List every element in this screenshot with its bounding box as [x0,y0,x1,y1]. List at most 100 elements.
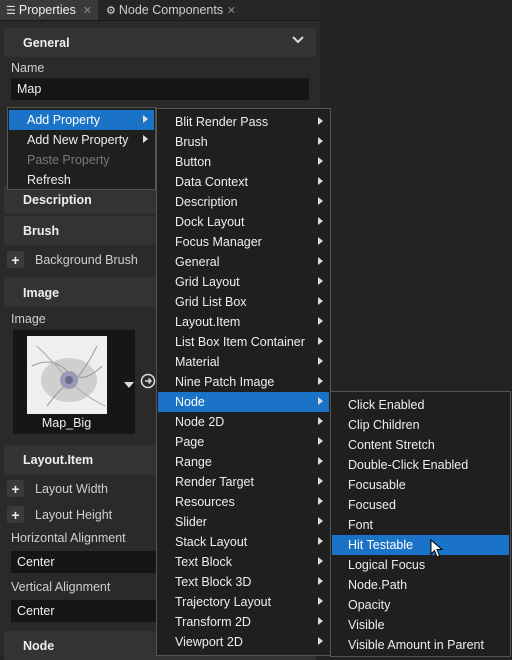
submenu-arrow-icon [318,257,323,265]
menu-item-label: Hit Testable [348,538,414,552]
image-label: Image [11,312,46,326]
properties-icon: ☰ [6,4,16,17]
dropdown-arrow-icon[interactable] [124,378,134,392]
menu-item-transform-2d[interactable]: Transform 2D [158,612,329,632]
navigate-icon[interactable] [140,373,156,392]
close-icon[interactable]: ✕ [227,4,236,17]
menu-item-data-context[interactable]: Data Context [158,172,329,192]
menu-item-layout-item[interactable]: Layout.Item [158,312,329,332]
menu-item-text-block[interactable]: Text Block [158,552,329,572]
menu-item-label: Double-Click Enabled [348,458,469,472]
menu-item-content-stretch[interactable]: Content Stretch [332,435,509,455]
submenu-arrow-icon [318,377,323,385]
menu-item-click-enabled[interactable]: Click Enabled [332,395,509,415]
menu-item-label: Node.Path [348,578,408,592]
menu-item-hit-testable[interactable]: Hit Testable [332,535,509,555]
menu-item-label: Grid Layout [175,275,240,289]
layout-height-row: + Layout Height [7,506,112,523]
menu-item-range[interactable]: Range [158,452,329,472]
menu-item-label: Stack Layout [175,535,248,549]
menu-item-nine-patch-image[interactable]: Nine Patch Image [158,372,329,392]
menu-item-label: Dock Layout [175,215,245,229]
submenu-arrow-icon [318,337,323,345]
menu-item-label: Brush [175,135,208,149]
menu-item-clip-children[interactable]: Clip Children [332,415,509,435]
menu-item-visible[interactable]: Visible [332,615,509,635]
menu-item-opacity[interactable]: Opacity [332,595,509,615]
menu-item-font[interactable]: Font [332,515,509,535]
add-property-menu: Blit Render Pass Brush Button Data Context D… [156,108,331,656]
menu-item-render-target[interactable]: Render Target [158,472,329,492]
add-icon[interactable]: + [7,480,24,497]
menu-item-brush[interactable]: Brush [158,132,329,152]
layout-width-label: Layout Width [35,481,108,496]
menu-item-label: Viewport 2D [175,635,243,649]
menu-item-node-2d[interactable]: Node 2D [158,412,329,432]
menu-item-label: Render Target [175,475,254,489]
menu-item-stack-layout[interactable]: Stack Layout [158,532,329,552]
menu-item-node[interactable]: Node [158,392,329,412]
image-name: Map_Big [41,416,92,430]
menu-item-label: List Box Item Container [175,335,305,349]
section-title: General [23,35,70,50]
menu-item-grid-layout[interactable]: Grid Layout [158,272,329,292]
submenu-arrow-icon [143,115,148,123]
menu-item-slider[interactable]: Slider [158,512,329,532]
menu-item-page[interactable]: Page [158,432,329,452]
menu-item-label: Trajectory Layout [175,595,272,609]
menu-item-label: Focusable [348,478,406,492]
menu-item-description[interactable]: Description [158,192,329,212]
menu-item-dock-layout[interactable]: Dock Layout [158,212,329,232]
close-icon[interactable]: ✕ [83,4,92,17]
menu-item-logical-focus[interactable]: Logical Focus [332,555,509,575]
image-picker[interactable]: Map_Big [13,330,135,434]
menu-item-general[interactable]: General [158,252,329,272]
horizontal-alignment-label: Horizontal Alignment [11,531,126,545]
background-brush-label: Background Brush [35,252,138,267]
menu-item-label: Content Stretch [348,438,435,452]
menu-item-label: Logical Focus [348,558,426,572]
menu-item-trajectory-layout[interactable]: Trajectory Layout [158,592,329,612]
menu-item-grid-list-box[interactable]: Grid List Box [158,292,329,312]
menu-item-focused[interactable]: Focused [332,495,509,515]
tab-node-components[interactable]: ⚙ Node Components ✕ [100,0,242,20]
menu-item-label: Opacity [348,598,391,612]
menu-item-add-new-property[interactable]: Add New Property [9,130,154,150]
menu-item-double-click-enabled[interactable]: Double-Click Enabled [332,455,509,475]
menu-item-label: Grid List Box [175,295,247,309]
menu-item-refresh[interactable]: Refresh [9,170,154,190]
submenu-arrow-icon [318,157,323,165]
menu-item-focusable[interactable]: Focusable [332,475,509,495]
menu-item-add-property[interactable]: Add Property [9,110,154,130]
menu-item-list-box-item-container[interactable]: List Box Item Container [158,332,329,352]
menu-item-label: Click Enabled [348,398,425,412]
submenu-arrow-icon [318,417,323,425]
submenu-arrow-icon [318,537,323,545]
menu-item-label: Description [175,195,238,209]
menu-item-text-block-3d[interactable]: Text Block 3D [158,572,329,592]
chevron-down-icon[interactable] [292,34,304,49]
submenu-arrow-icon [318,277,323,285]
menu-item-visible-amount-in-parent[interactable]: Visible Amount in Parent [332,635,509,655]
name-field[interactable]: Map [11,78,309,100]
menu-item-label: Resources [175,495,235,509]
background-brush-row: + Background Brush [7,251,138,268]
section-general[interactable]: General [4,28,316,57]
submenu-arrow-icon [318,497,323,505]
menu-item-label: Visible Amount in Parent [348,638,484,652]
menu-item-label: Node 2D [175,415,225,429]
menu-item-node-path[interactable]: Node.Path [332,575,509,595]
menu-item-label: Font [348,518,374,532]
menu-item-blit-render-pass[interactable]: Blit Render Pass [158,112,329,132]
menu-item-material[interactable]: Material [158,352,329,372]
submenu-arrow-icon [318,197,323,205]
menu-item-button[interactable]: Button [158,152,329,172]
menu-item-focus-manager[interactable]: Focus Manager [158,232,329,252]
add-icon[interactable]: + [7,506,24,523]
menu-item-viewport-2d[interactable]: Viewport 2D [158,632,329,652]
section-title: Description [23,192,92,207]
menu-item-resources[interactable]: Resources [158,492,329,512]
add-icon[interactable]: + [7,251,24,268]
tab-properties[interactable]: ☰ Properties ✕ [0,0,98,20]
layout-width-row: + Layout Width [7,480,108,497]
